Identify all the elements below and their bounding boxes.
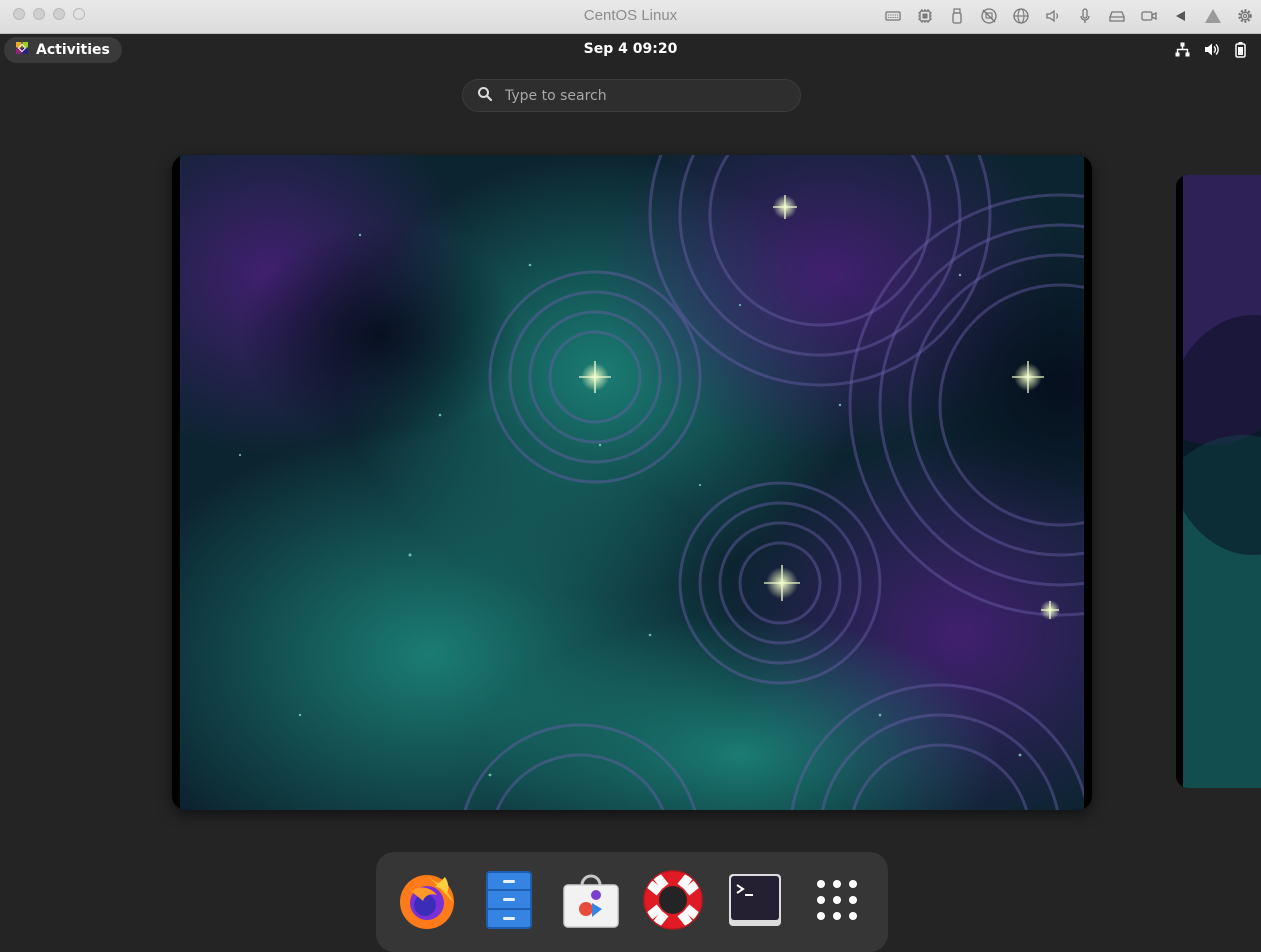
speaker-icon[interactable] <box>1042 6 1063 27</box>
search-bar[interactable] <box>462 79 801 112</box>
globe-icon[interactable] <box>1010 6 1031 27</box>
system-tray[interactable] <box>1174 41 1249 62</box>
dash-dock <box>376 852 888 952</box>
search-icon <box>477 86 493 106</box>
dock-show-applications[interactable] <box>805 870 869 934</box>
display-off-icon[interactable] <box>978 6 999 27</box>
app-grid-icon <box>815 878 859 926</box>
usb-icon[interactable] <box>946 6 967 27</box>
search-input[interactable] <box>503 86 777 105</box>
warning-icon[interactable] <box>1202 6 1223 27</box>
keyboard-icon[interactable] <box>882 6 903 27</box>
clock-date-menu[interactable]: Sep 4 09:20 <box>0 41 1261 57</box>
dock-app-files[interactable] <box>477 870 541 934</box>
gnome-top-bar: Activities Sep 4 09:20 <box>0 34 1261 66</box>
files-icon <box>486 871 532 933</box>
workspace-thumbnail-next[interactable] <box>1176 175 1261 788</box>
camera-icon[interactable] <box>1138 6 1159 27</box>
help-icon <box>643 870 703 934</box>
cpu-icon[interactable] <box>914 6 935 27</box>
software-icon <box>562 871 620 933</box>
battery-icon[interactable] <box>1232 41 1249 62</box>
host-toolbar <box>882 5 1255 27</box>
microphone-icon[interactable] <box>1074 6 1095 27</box>
firefox-icon <box>397 869 457 935</box>
dock-app-software[interactable] <box>559 870 623 934</box>
network-icon[interactable] <box>1174 41 1191 62</box>
workspace-thumbnail-current[interactable] <box>172 155 1092 810</box>
terminal-icon <box>728 873 782 931</box>
gear-icon[interactable] <box>1234 6 1255 27</box>
volume-icon[interactable] <box>1203 41 1220 62</box>
desktop-wallpaper-next <box>1176 175 1261 788</box>
dock-app-firefox[interactable] <box>395 870 459 934</box>
dock-app-help[interactable] <box>641 870 705 934</box>
host-title-bar: CentOS Linux <box>0 0 1261 34</box>
drive-icon[interactable] <box>1106 6 1127 27</box>
dock-app-terminal[interactable] <box>723 870 787 934</box>
back-icon[interactable] <box>1170 6 1191 27</box>
desktop-wallpaper <box>172 155 1092 810</box>
